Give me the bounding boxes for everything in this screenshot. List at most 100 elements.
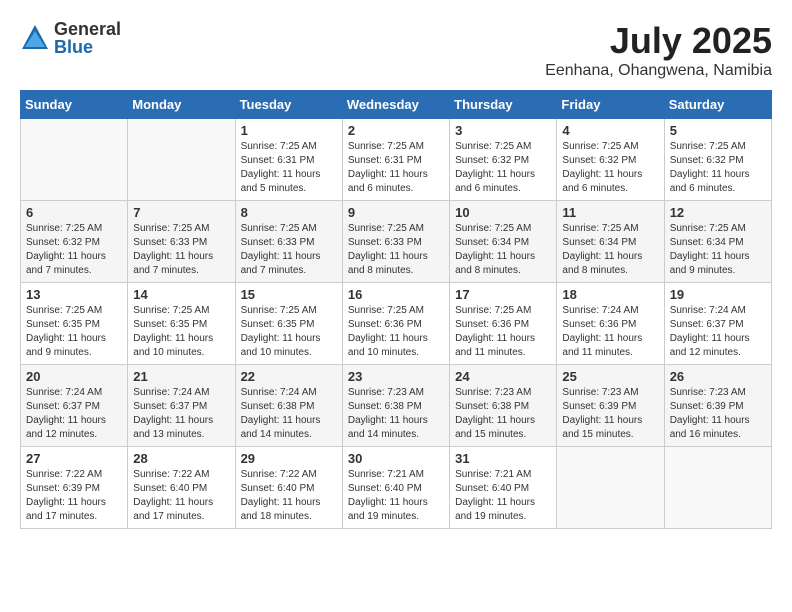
day-detail: Sunrise: 7:21 AM Sunset: 6:40 PM Dayligh… [348, 468, 444, 524]
week-row-1: 1Sunrise: 7:25 AM Sunset: 6:31 PM Daylig… [21, 119, 772, 201]
day-number: 17 [455, 287, 551, 302]
day-number: 4 [562, 123, 658, 138]
day-number: 18 [562, 287, 658, 302]
weekday-header-friday: Friday [557, 91, 664, 119]
calendar-cell: 11Sunrise: 7:25 AM Sunset: 6:34 PM Dayli… [557, 201, 664, 283]
day-detail: Sunrise: 7:24 AM Sunset: 6:38 PM Dayligh… [241, 386, 337, 442]
calendar-cell: 9 Sunrise: 7:25 AM Sunset: 6:33 PM Daylig… [342, 201, 449, 283]
logo: General Blue [20, 20, 121, 56]
day-number: 28 [133, 451, 229, 466]
day-number: 9 [348, 205, 444, 220]
day-detail: Sunrise: 7:25 AM Sunset: 6:34 PM Dayligh… [455, 222, 551, 278]
day-detail: Sunrise: 7:23 AM Sunset: 6:39 PM Dayligh… [562, 386, 658, 442]
calendar-cell: 14 Sunrise: 7:25 AM Sunset: 6:35 PM Dayli… [128, 283, 235, 365]
calendar-cell [664, 447, 771, 529]
day-detail: Sunrise: 7:22 AM Sunset: 6:40 PM Dayligh… [241, 468, 337, 524]
calendar-cell: 17 Sunrise: 7:25 AM Sunset: 6:36 PM Dayli… [450, 283, 557, 365]
day-number: 8 [241, 205, 337, 220]
day-number: 26 [670, 369, 766, 384]
day-number: 16 [348, 287, 444, 302]
calendar-cell: 24 Sunrise: 7:23 AM Sunset: 6:38 PM Dayli… [450, 365, 557, 447]
weekday-header-tuesday: Tuesday [235, 91, 342, 119]
day-number: 27 [26, 451, 122, 466]
calendar-header: SundayMondayTuesdayWednesdayThursdayFrid… [21, 91, 772, 119]
day-number: 5 [670, 123, 766, 138]
calendar-cell: 3 Sunrise: 7:25 AM Sunset: 6:32 PM Daylig… [450, 119, 557, 201]
day-detail: Sunrise: 7:25 AM Sunset: 6:36 PM Dayligh… [348, 304, 444, 360]
calendar-cell: 16 Sunrise: 7:25 AM Sunset: 6:36 PM Dayli… [342, 283, 449, 365]
day-detail: Sunrise: 7:25 AM Sunset: 6:35 PM Dayligh… [26, 304, 122, 360]
calendar-cell: 1Sunrise: 7:25 AM Sunset: 6:31 PM Daylig… [235, 119, 342, 201]
calendar-cell: 29 Sunrise: 7:22 AM Sunset: 6:40 PM Dayli… [235, 447, 342, 529]
day-detail: Sunrise: 7:25 AM Sunset: 6:32 PM Dayligh… [455, 140, 551, 196]
day-number: 12 [670, 205, 766, 220]
week-row-2: 6 Sunrise: 7:25 AM Sunset: 6:32 PM Daylig… [21, 201, 772, 283]
day-number: 21 [133, 369, 229, 384]
logo-icon [20, 23, 50, 53]
calendar-cell: 31 Sunrise: 7:21 AM Sunset: 6:40 PM Dayli… [450, 447, 557, 529]
calendar-cell: 7 Sunrise: 7:25 AM Sunset: 6:33 PM Daylig… [128, 201, 235, 283]
calendar-cell: 2 Sunrise: 7:25 AM Sunset: 6:31 PM Daylig… [342, 119, 449, 201]
day-detail: Sunrise: 7:24 AM Sunset: 6:37 PM Dayligh… [26, 386, 122, 442]
day-number: 15 [241, 287, 337, 302]
day-number: 31 [455, 451, 551, 466]
month-year: July 2025 [545, 20, 772, 62]
day-number: 10 [455, 205, 551, 220]
logo-blue: Blue [54, 38, 121, 56]
day-number: 23 [348, 369, 444, 384]
calendar-cell: 30 Sunrise: 7:21 AM Sunset: 6:40 PM Dayli… [342, 447, 449, 529]
calendar-cell [21, 119, 128, 201]
location: Eenhana, Ohangwena, Namibia [545, 62, 772, 80]
week-row-5: 27Sunrise: 7:22 AM Sunset: 6:39 PM Dayli… [21, 447, 772, 529]
day-detail: Sunrise: 7:23 AM Sunset: 6:39 PM Dayligh… [670, 386, 766, 442]
page-header: General Blue July 2025 Eenhana, Ohangwen… [20, 20, 772, 80]
day-detail: Sunrise: 7:25 AM Sunset: 6:31 PM Dayligh… [241, 140, 337, 196]
calendar-cell: 18Sunrise: 7:24 AM Sunset: 6:36 PM Dayli… [557, 283, 664, 365]
calendar-cell: 12Sunrise: 7:25 AM Sunset: 6:34 PM Dayli… [664, 201, 771, 283]
day-detail: Sunrise: 7:25 AM Sunset: 6:33 PM Dayligh… [348, 222, 444, 278]
day-detail: Sunrise: 7:25 AM Sunset: 6:36 PM Dayligh… [455, 304, 551, 360]
day-number: 3 [455, 123, 551, 138]
day-detail: Sunrise: 7:25 AM Sunset: 6:35 PM Dayligh… [133, 304, 229, 360]
day-detail: Sunrise: 7:23 AM Sunset: 6:38 PM Dayligh… [455, 386, 551, 442]
weekday-header-sunday: Sunday [21, 91, 128, 119]
calendar-cell [557, 447, 664, 529]
calendar-cell: 8 Sunrise: 7:25 AM Sunset: 6:33 PM Daylig… [235, 201, 342, 283]
day-detail: Sunrise: 7:22 AM Sunset: 6:40 PM Dayligh… [133, 468, 229, 524]
day-number: 22 [241, 369, 337, 384]
calendar-cell: 20Sunrise: 7:24 AM Sunset: 6:37 PM Dayli… [21, 365, 128, 447]
day-number: 29 [241, 451, 337, 466]
week-row-3: 13 Sunrise: 7:25 AM Sunset: 6:35 PM Dayli… [21, 283, 772, 365]
calendar-cell: 10 Sunrise: 7:25 AM Sunset: 6:34 PM Dayli… [450, 201, 557, 283]
day-number: 11 [562, 205, 658, 220]
calendar-body: 1Sunrise: 7:25 AM Sunset: 6:31 PM Daylig… [21, 119, 772, 529]
weekday-header-monday: Monday [128, 91, 235, 119]
calendar-cell: 6 Sunrise: 7:25 AM Sunset: 6:32 PM Daylig… [21, 201, 128, 283]
logo-general: General [54, 20, 121, 38]
day-number: 19 [670, 287, 766, 302]
calendar-cell: 13 Sunrise: 7:25 AM Sunset: 6:35 PM Dayli… [21, 283, 128, 365]
day-number: 13 [26, 287, 122, 302]
day-number: 2 [348, 123, 444, 138]
day-number: 14 [133, 287, 229, 302]
day-number: 25 [562, 369, 658, 384]
calendar-cell: 5Sunrise: 7:25 AM Sunset: 6:32 PM Daylig… [664, 119, 771, 201]
calendar-cell: 26 Sunrise: 7:23 AM Sunset: 6:39 PM Dayli… [664, 365, 771, 447]
title-block: July 2025 Eenhana, Ohangwena, Namibia [545, 20, 772, 80]
day-detail: Sunrise: 7:25 AM Sunset: 6:33 PM Dayligh… [133, 222, 229, 278]
day-number: 30 [348, 451, 444, 466]
day-detail: Sunrise: 7:25 AM Sunset: 6:31 PM Dayligh… [348, 140, 444, 196]
day-number: 6 [26, 205, 122, 220]
day-detail: Sunrise: 7:25 AM Sunset: 6:32 PM Dayligh… [26, 222, 122, 278]
weekday-header-wednesday: Wednesday [342, 91, 449, 119]
calendar-cell: 15Sunrise: 7:25 AM Sunset: 6:35 PM Dayli… [235, 283, 342, 365]
day-number: 24 [455, 369, 551, 384]
day-detail: Sunrise: 7:23 AM Sunset: 6:38 PM Dayligh… [348, 386, 444, 442]
day-detail: Sunrise: 7:21 AM Sunset: 6:40 PM Dayligh… [455, 468, 551, 524]
day-detail: Sunrise: 7:25 AM Sunset: 6:33 PM Dayligh… [241, 222, 337, 278]
day-number: 7 [133, 205, 229, 220]
weekday-header-thursday: Thursday [450, 91, 557, 119]
day-detail: Sunrise: 7:24 AM Sunset: 6:37 PM Dayligh… [670, 304, 766, 360]
calendar-cell: 21Sunrise: 7:24 AM Sunset: 6:37 PM Dayli… [128, 365, 235, 447]
calendar-cell: 25 Sunrise: 7:23 AM Sunset: 6:39 PM Dayli… [557, 365, 664, 447]
